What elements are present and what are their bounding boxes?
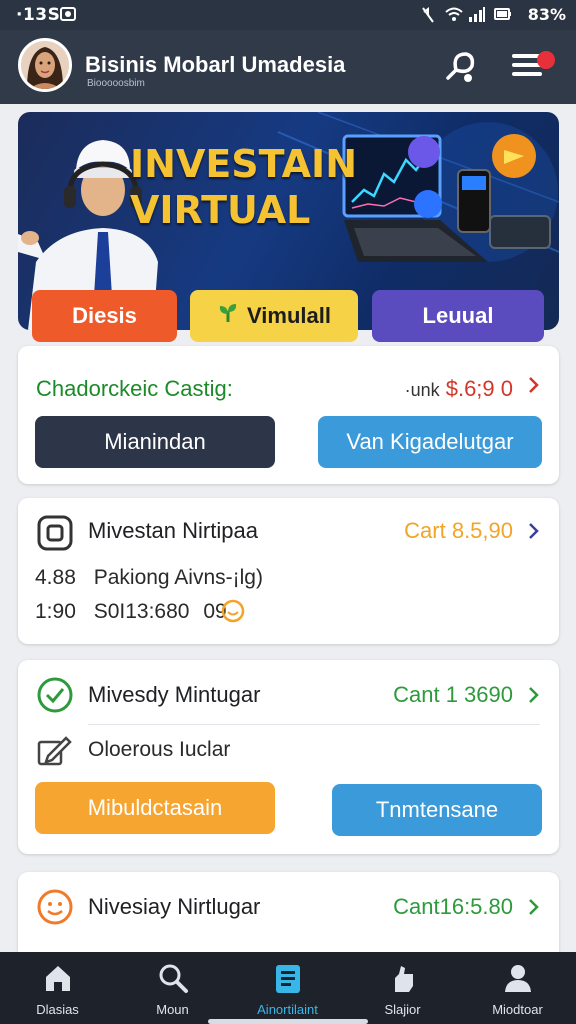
bottom-nav: Dlasias Moun Ainortilaint Slajior Miodto… (0, 952, 576, 1024)
kigadelutgar-button[interactable]: Van Kigadelutgar (318, 416, 542, 468)
card-amount: Cart 8.5,90 (404, 518, 513, 543)
plant-icon (217, 302, 239, 330)
amount-value: $.6;9 0 (445, 376, 513, 401)
battery-percent: 83% (527, 5, 566, 24)
home-indicator[interactable] (208, 1019, 368, 1024)
detail-text: Pakiong Aivns-¡lg) (93, 566, 263, 589)
chevron-right-icon[interactable] (527, 896, 541, 924)
nav-item-slajior[interactable]: Slajior (345, 952, 460, 1024)
chip-label: Diesis (72, 303, 137, 328)
status-bar: ·13S 83% (0, 0, 576, 30)
nav-label: Slajior (384, 1002, 421, 1017)
chip-label: Leuual (422, 303, 494, 328)
chip-label: Vimulall (247, 303, 331, 328)
banner-title-line2: VIRTUAL (130, 188, 311, 232)
app-header: Bisinis Mobarl Umadesia Biooooosbim (0, 30, 576, 104)
chip-leuual[interactable]: Leuual (372, 290, 544, 342)
hand-icon (387, 962, 419, 999)
detail-line-2: 1:90 S0I13:680 09 (35, 600, 227, 624)
card-title: Mivesdy Mintugar (88, 682, 261, 707)
nav-label: Ainortilaint (257, 1002, 318, 1017)
chip-diesis[interactable]: Diesis (32, 290, 177, 342)
chevron-right-icon[interactable] (527, 520, 541, 548)
avatar[interactable] (18, 38, 72, 92)
nav-item-ainortilaint[interactable]: Ainortilaint (230, 952, 345, 1024)
nav-item-dlasias[interactable]: Dlasias (0, 952, 115, 1024)
app-subtitle: Biooooosbim (87, 78, 145, 89)
chip-vimulall[interactable]: Vimulall (190, 290, 358, 342)
stop-icon (36, 514, 74, 557)
signal-icon (468, 6, 486, 27)
nav-label: Miodtoar (492, 1002, 543, 1017)
notification-icon[interactable] (442, 48, 478, 89)
card-title: Mivestan Nirtipaa (88, 518, 258, 543)
card-investment[interactable]: Mivestan Nirtipaa Cart 8.5,90 4.88 Pakio… (18, 498, 559, 644)
app-title: Bisinis Mobarl Umadesia (85, 52, 346, 77)
detail-line-1: 4.88 Pakiong Aivns-¡lg) (35, 566, 263, 590)
card-amount: ·unk $.6;9 0 (405, 376, 513, 402)
tnmtensane-button[interactable]: Tnmtensane (332, 784, 542, 836)
card-amount: Cant 1 3690 (393, 682, 513, 707)
nav-item-moun[interactable]: Moun (115, 952, 230, 1024)
document-icon (272, 962, 304, 1001)
menu-icon[interactable] (510, 48, 560, 89)
check-circle-icon (36, 676, 74, 719)
screenshot-icon (60, 6, 76, 27)
detail-text: S0I13:680 (93, 600, 190, 623)
card-amount: Cant16:5.80 (393, 894, 513, 919)
chevron-right-icon[interactable] (527, 374, 541, 402)
search-icon (157, 962, 189, 999)
card-title: Chadorckeic Castig: (36, 376, 233, 401)
mianindan-button[interactable]: Mianindan (35, 416, 275, 468)
home-icon (42, 962, 74, 999)
nav-item-miodtoar[interactable]: Miodtoar (460, 952, 575, 1024)
nav-label: Dlasias (36, 1002, 79, 1017)
smile-icon (220, 598, 246, 629)
divider (88, 724, 540, 725)
detail-number: 4.88 (35, 566, 76, 589)
card-mintugar: Mivesdy Mintugar Cant 1 3690 Oloerous Iu… (18, 660, 559, 854)
mute-icon (420, 6, 436, 29)
status-time: ·13S (16, 5, 61, 25)
nav-label: Moun (156, 1002, 189, 1017)
wifi-icon (444, 6, 464, 27)
mibuldctasain-button[interactable]: Mibuldctasain (35, 782, 275, 834)
item-label: Oloerous Iuclar (88, 738, 231, 761)
card-casting: Chadorckeic Castig: ·unk $.6;9 0 Mianind… (18, 346, 559, 484)
banner-title-line1: INVESTAIN (130, 142, 357, 186)
battery-icon (494, 6, 512, 27)
face-icon (36, 888, 74, 931)
detail-number: 1:90 (35, 600, 76, 623)
card-title: Nivesiay Nirtlugar (88, 894, 261, 919)
edit-icon (36, 734, 72, 773)
user-icon (502, 962, 534, 999)
amount-prefix: ·unk (404, 380, 440, 400)
chevron-right-icon[interactable] (527, 684, 541, 712)
